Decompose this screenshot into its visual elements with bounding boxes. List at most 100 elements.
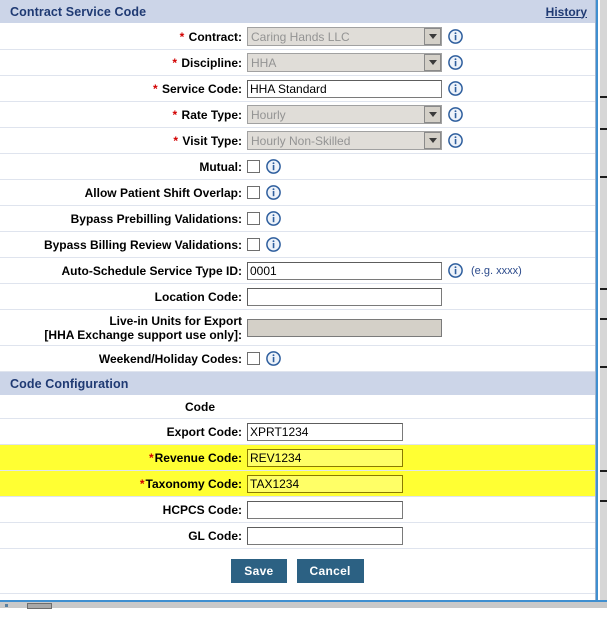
page-title: Contract Service Code [10,4,147,19]
label-weekend-holiday-codes: Weekend/Holiday Codes: [98,351,242,366]
code-row-export-code: Export Code: [0,419,595,445]
input-revenue-code[interactable] [247,448,403,467]
input-auto-schedule-service-type-id[interactable] [247,261,442,280]
select-visit-type[interactable]: Hourly Non-Skilled [247,131,442,150]
info-icon[interactable] [448,107,463,122]
background-tick [600,128,607,130]
info-icon[interactable] [266,185,281,200]
select-wrapper-discipline[interactable]: HHA [247,53,442,72]
form-row-auto-schedule-service-type-id: Auto-Schedule Service Type ID: (e.g. xxxx… [0,258,595,284]
form-row-mutual: Mutual: [0,154,595,180]
contract-service-code-panel: Contract Service Code History * Contract… [0,0,596,617]
label-visit-type: * Visit Type: [173,133,242,148]
label-mutual: Mutual: [199,159,242,174]
label-bypass-billing-review-validations: Bypass Billing Review Validations: [43,237,242,252]
field-gl-code [247,526,595,545]
select-wrapper-contract[interactable]: Caring Hands LLC [247,27,442,46]
field-visit-type: Hourly Non-Skilled [247,131,595,150]
section-header-code-configuration: Code Configuration [0,372,595,396]
input-hcpcs-code[interactable] [247,500,403,519]
field-taxonomy-code [247,474,595,493]
select-rate-type[interactable]: Hourly [247,105,442,124]
cancel-button[interactable]: Cancel [296,559,364,583]
history-link[interactable]: History [546,5,587,19]
info-icon[interactable] [266,351,281,366]
select-discipline[interactable]: HHA [247,53,442,72]
info-icon[interactable] [448,55,463,70]
label-discipline: * Discipline: [172,55,242,70]
background-tick [600,500,607,502]
label-bypass-prebilling-validations: Bypass Prebilling Validations: [70,211,242,226]
input-live-in-units-for-export [247,318,442,337]
code-configuration-list: Export Code: *Revenue Code: *Taxonomy Code… [0,419,595,549]
select-wrapper-visit-type[interactable]: Hourly Non-Skilled [247,131,442,150]
field-weekend-holiday-codes [247,351,595,366]
checkbox-mutual[interactable] [247,160,260,173]
horizontal-scrollbar[interactable] [0,600,607,609]
field-live-in-units-for-export [247,318,595,337]
input-location-code[interactable] [247,287,442,306]
checkbox-bypass-billing-review-validations[interactable] [247,238,260,251]
select-wrapper-rate-type[interactable]: Hourly [247,105,442,124]
field-bypass-billing-review-validations [247,237,595,252]
field-allow-patient-shift-overlap [247,185,595,200]
hint-auto-schedule-service-type-id: (e.g. xxxx) [471,264,522,277]
checkbox-allow-patient-shift-overlap[interactable] [247,186,260,199]
form-row-bypass-billing-review-validations: Bypass Billing Review Validations: [0,232,595,258]
required-indicator: * [172,55,177,70]
field-rate-type: Hourly [247,105,595,124]
required-indicator: * [148,450,154,465]
scrollbar-left-arrow[interactable] [5,604,8,607]
form-row-service-code: * Service Code: [0,76,595,102]
form-field-list: * Contract: Caring Hands LLC * Discipline:… [0,24,595,372]
info-icon[interactable] [266,237,281,252]
label-gl-code: GL Code: [188,528,242,543]
label-revenue-code: *Revenue Code: [0,450,247,465]
code-column-header: Code [185,400,215,414]
label-contract: * Contract: [179,29,242,44]
label-service-code: * Service Code: [152,81,242,96]
input-export-code[interactable] [247,422,403,441]
label-hcpcs-code: HCPCS Code: [162,502,242,517]
label-live-in-units-for-export: Live-in Units for Export [HHA Exchange su… [44,313,242,342]
label-auto-schedule-service-type-id: Auto-Schedule Service Type ID: [61,263,243,278]
background-tick [600,176,607,178]
field-discipline: HHA [247,53,595,72]
info-icon[interactable] [266,159,281,174]
required-indicator: * [152,81,158,96]
background-column [600,0,607,600]
label-rate-type: * Rate Type: [172,107,242,122]
input-gl-code[interactable] [247,526,403,545]
form-row-contract: * Contract: Caring Hands LLC [0,24,595,50]
form-row-allow-patient-shift-overlap: Allow Patient Shift Overlap: [0,180,595,206]
checkbox-bypass-prebilling-validations[interactable] [247,212,260,225]
code-configuration-title: Code Configuration [10,376,129,391]
section-header-contract-service-code: Contract Service Code History [0,0,595,24]
background-tick [600,470,607,472]
background-tick [600,288,607,290]
field-location-code [247,287,595,306]
label-taxonomy-code: *Taxonomy Code: [0,476,247,491]
input-taxonomy-code[interactable] [247,474,403,493]
info-icon[interactable] [448,263,463,278]
info-icon[interactable] [448,81,463,96]
background-tick [600,96,607,98]
form-row-visit-type: * Visit Type: Hourly Non-Skilled [0,128,595,154]
info-icon[interactable] [448,133,463,148]
background-tick [600,366,607,368]
select-contract[interactable]: Caring Hands LLC [247,27,442,46]
label-allow-patient-shift-overlap: Allow Patient Shift Overlap: [84,185,242,200]
field-hcpcs-code [247,500,595,519]
code-column-header-row: Code [0,396,595,419]
code-row-revenue-code: *Revenue Code: [0,445,595,471]
save-button[interactable]: Save [231,559,287,583]
input-service-code[interactable] [247,79,442,98]
form-row-bypass-prebilling-validations: Bypass Prebilling Validations: [0,206,595,232]
form-row-discipline: * Discipline: HHA [0,50,595,76]
scrollbar-thumb[interactable] [27,603,52,609]
checkbox-weekend-holiday-codes[interactable] [247,352,260,365]
info-icon[interactable] [266,211,281,226]
info-icon[interactable] [448,29,463,44]
required-indicator: * [179,29,185,44]
field-mutual [247,159,595,174]
